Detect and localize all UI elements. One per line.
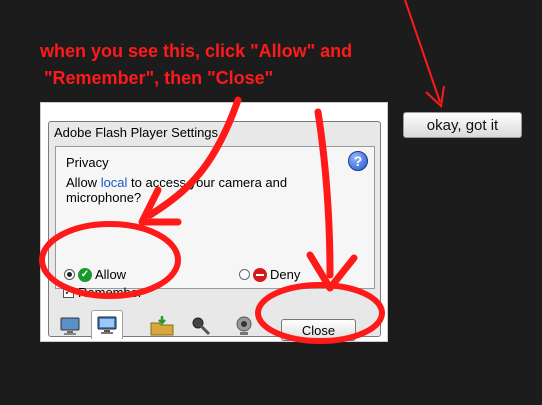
folder-download-icon [150, 316, 174, 336]
remember-label: Remember [78, 285, 143, 300]
close-button[interactable]: Close [281, 319, 356, 341]
dialog-title: Adobe Flash Player Settings [54, 125, 219, 140]
help-icon[interactable]: ? [348, 151, 368, 171]
allow-option[interactable]: ✓ Allow [64, 267, 126, 282]
allow-label: Allow [95, 267, 127, 282]
flash-settings-dialog: Adobe Flash Player Settings Privacy ? Al… [48, 121, 381, 341]
tab-camera[interactable] [229, 314, 259, 338]
allow-radio[interactable] [64, 269, 75, 280]
tab-microphone[interactable] [186, 314, 216, 338]
privacy-section: Privacy ? Allow local to access your cam… [55, 146, 375, 289]
instruction-line-2: "Remember", then "Close" [44, 68, 274, 88]
tab-display[interactable] [55, 314, 85, 338]
check-icon: ✓ [78, 267, 92, 282]
okay-got-it-button[interactable]: okay, got it [403, 112, 522, 138]
monitor-icon [60, 317, 80, 335]
instruction-text: when you see this, click "Allow" and "Re… [40, 38, 460, 92]
tab-privacy[interactable] [91, 310, 123, 339]
privacy-text-start: Allow [66, 175, 101, 190]
deny-label: Deny [270, 267, 301, 282]
privacy-question: Allow local to access your camera and mi… [66, 175, 336, 205]
microphone-icon [192, 317, 211, 336]
privacy-heading: Privacy [66, 155, 109, 170]
tab-local-storage[interactable] [147, 314, 177, 338]
instruction-line-1: when you see this, click "Allow" and [40, 41, 353, 61]
block-icon [253, 267, 267, 282]
remember-option[interactable]: ✓ Remember [63, 285, 142, 300]
monitor-screen-icon [97, 316, 117, 334]
help-icon-symbol: ? [353, 153, 363, 169]
remember-checkbox[interactable]: ✓ [63, 287, 74, 298]
webcam-icon [236, 316, 252, 335]
flash-settings-panel: Adobe Flash Player Settings Privacy ? Al… [40, 102, 388, 342]
local-link[interactable]: local [101, 175, 128, 190]
deny-radio[interactable] [239, 269, 250, 280]
deny-option[interactable]: Deny [239, 267, 300, 282]
